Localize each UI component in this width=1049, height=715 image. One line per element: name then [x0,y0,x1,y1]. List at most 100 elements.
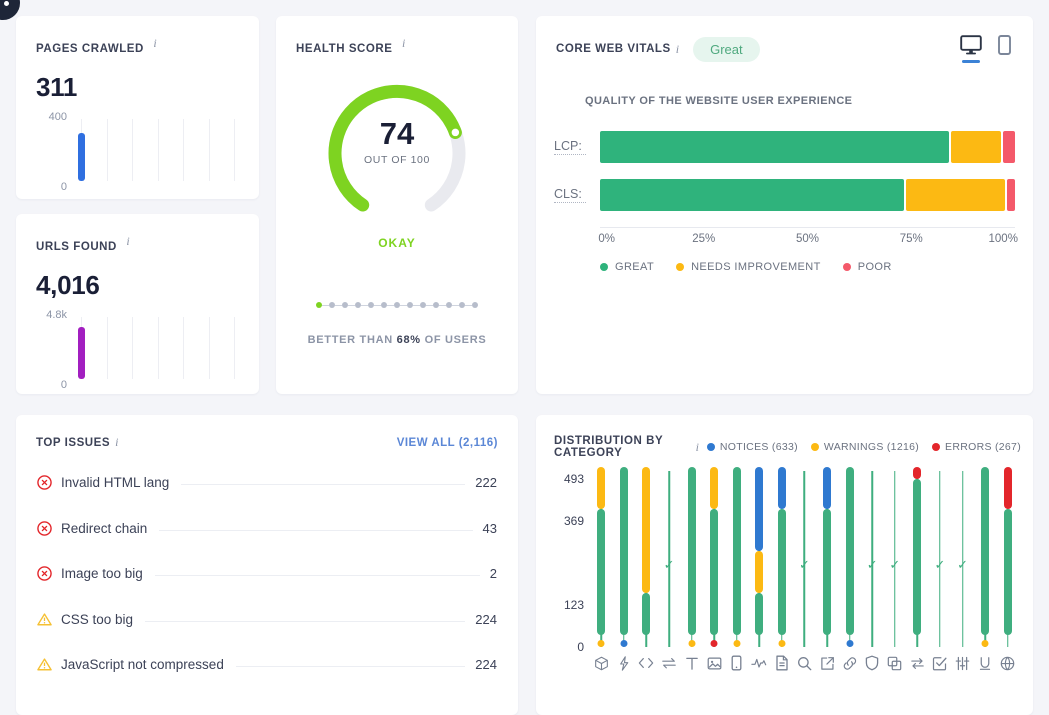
refresh-cycle-icon[interactable] [906,655,929,671]
mobile-icon[interactable] [725,655,748,671]
underline-u-icon[interactable] [974,655,997,671]
vital-segment-great[interactable] [600,179,905,211]
vital-segment-poor[interactable] [1006,179,1015,211]
core-web-vitals-title: CORE WEB VITALS [556,43,671,55]
grid-line [234,317,235,380]
chart-column[interactable]: ✓ [884,467,907,647]
issue-name: JavaScript not compressed [61,657,224,673]
chart-column[interactable] [748,466,771,647]
progress-dash [374,304,381,307]
chart-column[interactable] [635,467,658,647]
vital-segment-great[interactable] [600,131,950,163]
issue-leader-line [159,529,473,531]
issue-row[interactable]: CSS too big 224 [16,597,518,643]
info-icon[interactable]: i [676,42,679,57]
vitals-axis: 0% 25% 50% 75% 100% [598,227,1018,249]
chart-column[interactable] [771,467,794,647]
column-marker-dot [620,640,628,647]
legend-item[interactable]: WARNINGS (1216) [810,441,919,453]
info-icon[interactable]: i [153,36,156,50]
chart-column[interactable] [838,467,861,647]
chart-column[interactable] [816,467,839,647]
legend-item: POOR [842,261,892,273]
view-all-issues-link[interactable]: VIEW ALL (2,116) [397,437,498,449]
chart-column[interactable] [974,467,997,647]
issue-row[interactable]: Redirect chain 43 [16,506,518,552]
chart-column[interactable]: ✓ [658,467,681,647]
image-icon[interactable] [703,655,726,671]
chart-column[interactable]: ✓ [929,467,952,647]
redirect-arrows-icon[interactable] [658,655,681,671]
text-t-icon[interactable] [680,655,703,671]
mobile-phone-icon[interactable] [998,35,1011,63]
legend-item[interactable]: NOTICES (633) [706,441,798,453]
lightning-bolt-icon[interactable] [613,655,636,671]
vital-segment-needs[interactable] [906,179,1005,211]
info-icon[interactable]: i [126,234,129,248]
progress-dash [439,304,446,307]
vital-segment-needs[interactable] [951,131,1001,163]
metric-bar[interactable] [78,327,85,380]
metric-bar[interactable] [78,132,85,182]
active-indicator [962,60,980,63]
chart-column[interactable] [590,467,613,647]
vital-row: CLS: [554,179,1015,211]
activity-pulse-icon[interactable] [748,655,771,671]
copy-icon[interactable] [884,655,907,671]
legend-dot [810,443,819,451]
progress-dash [413,304,420,307]
info-icon[interactable]: i [115,435,118,450]
column-check-icon: ✓ [799,557,810,572]
checkbox-icon[interactable] [929,655,952,671]
chart-column[interactable]: ✓ [951,467,974,647]
issue-row[interactable]: JavaScript not compressed 224 [16,642,518,688]
chart-column[interactable] [613,467,636,647]
legend-dot [600,263,608,271]
chart-column[interactable]: ✓ [793,467,816,647]
chart-column[interactable] [996,467,1019,647]
stack-segment-g [687,467,696,635]
info-icon[interactable]: i [402,36,405,50]
search-icon[interactable] [793,655,816,671]
stack-segment-g [755,593,764,635]
distribution-legend: NOTICES (633) WARNINGS (1216) ERRORS (267) [706,441,1021,453]
issue-row[interactable]: Invalid HTML lang 222 [16,460,518,506]
chart-column[interactable] [906,467,929,647]
code-brackets-icon[interactable] [635,655,658,671]
legend-item: NEEDS IMPROVEMENT [676,261,821,273]
shield-icon[interactable] [861,655,884,671]
legend-item[interactable]: ERRORS (267) [932,441,1021,453]
chart-column[interactable] [680,467,703,647]
globe-icon[interactable] [996,655,1019,671]
stack-segment-e [913,467,922,479]
grid-line [106,317,108,380]
grid-line [157,317,159,380]
vital-label[interactable]: CLS: [554,187,586,203]
issue-count: 224 [475,657,497,673]
desktop-monitor-icon[interactable] [960,35,982,63]
column-check-icon: ✓ [957,557,968,572]
y-axis-tick: 369 [563,514,584,529]
distribution-header: DISTRIBUTION BY CATEGORY i NOTICES (633)… [536,415,1033,459]
chart-column[interactable] [703,467,726,647]
issue-row[interactable]: Image too big 2 [16,551,518,597]
document-icon[interactable] [771,655,794,671]
column-stack [981,467,990,635]
progress-step-dot [472,302,478,309]
vital-segment-poor[interactable] [1002,131,1015,163]
stack-segment-g [710,508,719,635]
external-link-icon[interactable] [816,655,839,671]
health-score-header: HEALTH SCORE i [276,16,518,58]
error-circle-x-icon [37,475,57,491]
3d-box-icon[interactable] [590,655,613,671]
health-score-value: 74 [379,116,415,152]
stack-segment-g [642,593,651,635]
info-icon[interactable]: i [696,440,699,455]
link-chain-icon[interactable] [838,655,861,671]
chart-column[interactable] [725,467,748,647]
stack-segment-g [845,467,854,635]
sliders-icon[interactable] [951,655,974,671]
column-check-icon: ✓ [889,557,901,572]
vital-label[interactable]: LCP: [554,139,586,155]
chart-column[interactable]: ✓ [861,467,884,647]
